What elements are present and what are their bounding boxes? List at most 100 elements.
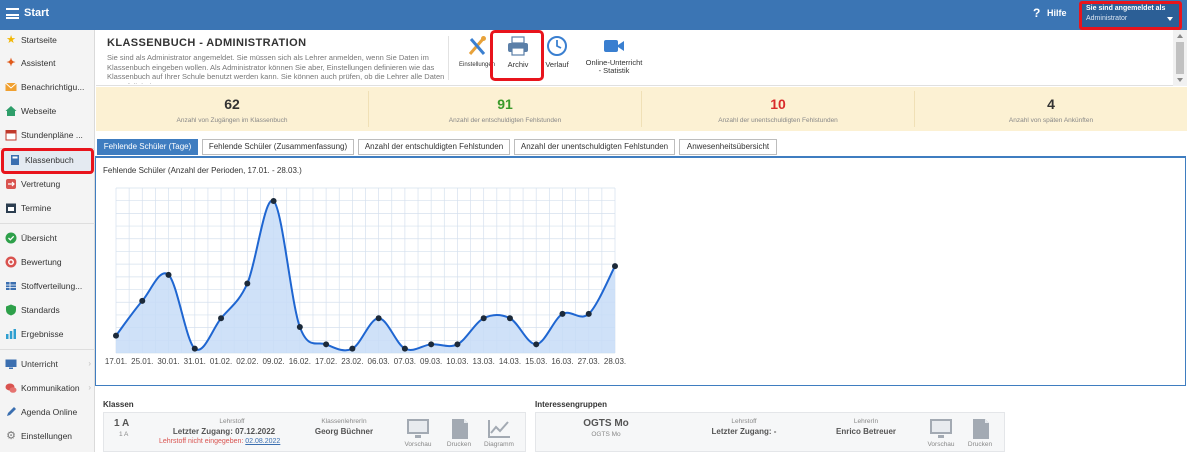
sidebar-item-label: Einstellungen: [21, 431, 73, 441]
sidebar-item-benachrichtigungen[interactable]: Benachrichtigu...: [0, 77, 95, 99]
x-tick-label-13: 10.03.: [446, 357, 468, 366]
data-point-16[interactable]: [533, 341, 540, 348]
sidebar-item-stoffverteilung[interactable]: Stoffverteilung...: [0, 276, 95, 298]
target-icon: [5, 256, 17, 268]
scroll-down-icon[interactable]: [1177, 78, 1183, 82]
shield-icon: [5, 304, 17, 316]
line-chart-icon: [488, 420, 510, 438]
history-tool-button[interactable]: Verlauf: [542, 32, 572, 82]
wand-icon: ✦: [6, 57, 16, 69]
data-point-15[interactable]: [506, 315, 513, 322]
sidebar-item-einstellungen[interactable]: ⚙ Einstellungen: [0, 426, 95, 448]
data-point-9[interactable]: [349, 345, 356, 352]
sidebar-item-kommunikation[interactable]: Kommunikation ›: [0, 378, 95, 400]
stat-label: Anzahl von späten Ankünften: [1008, 117, 1094, 124]
x-tick-label-9: 23.02.: [341, 357, 363, 366]
sidebar-item-label: Stoffverteilung...: [21, 281, 83, 291]
sidebar-item-unterricht[interactable]: Unterricht ›: [0, 354, 95, 376]
missing-lehrstoff: Lehrstoff nicht eingegeben: 02.08.2022: [159, 438, 281, 445]
sidebar-item-stundenplaene[interactable]: Stundenpläne ...: [0, 125, 95, 147]
tab-excused-hours[interactable]: Anzahl der entschuldigten Fehlstunden: [358, 139, 510, 155]
sidebar-item-label: Benachrichtigu...: [21, 82, 85, 92]
group-name: OGTS Mo: [583, 418, 629, 429]
document-icon: [973, 419, 989, 439]
check-circle-icon: [5, 232, 17, 244]
data-point-17[interactable]: [559, 310, 566, 317]
sidebar-item-bewertung[interactable]: Bewertung: [0, 252, 95, 274]
start-link[interactable]: Start: [24, 7, 49, 19]
sidebar-item-label: Standards: [21, 305, 60, 315]
archive-tool-button[interactable]: Archiv: [496, 32, 540, 82]
online-statistics-tool-button[interactable]: Online-Unterricht - Statistik: [576, 32, 652, 82]
data-point-2[interactable]: [165, 271, 172, 278]
diagram-button[interactable]: Diagramm: [484, 418, 514, 448]
sidebar-item-agenda-online[interactable]: Agenda Online: [0, 402, 95, 424]
data-point-4[interactable]: [218, 315, 225, 322]
data-point-14[interactable]: [480, 315, 487, 322]
data-point-8[interactable]: [323, 341, 330, 348]
document-icon: [452, 419, 468, 439]
x-tick-label-1: 25.01.: [131, 357, 153, 366]
class-card[interactable]: 1 A 1 A Lehrstoff Letzter Zugang: 07.12.…: [103, 412, 526, 452]
calendar-icon: [5, 129, 17, 141]
group-preview-label: Vorschau: [927, 441, 955, 448]
sidebar-item-assistent[interactable]: ✦ Assistent: [0, 53, 95, 75]
data-point-13[interactable]: [454, 341, 461, 348]
chevron-right-icon: ›: [88, 383, 91, 392]
data-point-19[interactable]: [612, 263, 618, 270]
sidebar-item-webseite[interactable]: Webseite: [0, 101, 95, 123]
tab-unexcused-hours[interactable]: Anzahl der unentschuldigten Fehlstunden: [514, 139, 675, 155]
tab-missing-students-summary[interactable]: Fehlende Schüler (Zusammenfassung): [202, 139, 354, 155]
sidebar-item-label: Übersicht: [21, 233, 57, 243]
data-point-12[interactable]: [428, 341, 435, 348]
header-scrollbar[interactable]: [1173, 30, 1187, 86]
user-menu[interactable]: Sie sind angemeldet als Administrator: [1079, 1, 1182, 30]
hamburger-menu-icon[interactable]: [6, 8, 19, 19]
data-point-10[interactable]: [375, 315, 382, 322]
chart-panel: Fehlende Schüler (Anzahl der Perioden, 1…: [95, 156, 1186, 386]
stat-value: 91: [497, 96, 513, 112]
print-button[interactable]: Drucken: [446, 418, 472, 448]
x-tick-label-15: 14.03.: [499, 357, 521, 366]
x-tick-label-5: 02.02.: [236, 357, 258, 366]
data-point-0[interactable]: [113, 332, 119, 339]
sidebar-item-termine[interactable]: Termine: [0, 198, 95, 220]
sidebar: ★ Startseite ✦ Assistent Benachrichtigu.…: [0, 30, 95, 452]
bar-chart-icon: [5, 328, 17, 340]
x-tick-label-12: 09.03.: [420, 357, 442, 366]
sidebar-item-klassenbuch[interactable]: Klassenbuch: [1, 148, 94, 174]
data-point-6[interactable]: [270, 198, 277, 205]
sidebar-item-label: Assistent: [21, 58, 56, 68]
sidebar-item-uebersicht[interactable]: Übersicht: [0, 228, 95, 250]
tab-attendance-overview[interactable]: Anwesenheitsübersicht: [679, 139, 777, 155]
sidebar-item-startseite[interactable]: ★ Startseite: [0, 30, 95, 52]
envelope-icon: [5, 81, 17, 93]
group-teacher-label: LehrerIn: [853, 418, 879, 425]
group-preview-button[interactable]: Vorschau: [927, 418, 955, 448]
group-print-button[interactable]: Drucken: [967, 418, 993, 448]
sidebar-item-standards[interactable]: Standards: [0, 300, 95, 322]
sidebar-item-ergebnisse[interactable]: Ergebnisse: [0, 324, 95, 346]
scroll-thumb[interactable]: [1176, 42, 1184, 74]
help-icon[interactable]: ?: [1033, 6, 1040, 20]
sidebar-item-vertretung[interactable]: Vertretung: [0, 174, 95, 196]
data-point-5[interactable]: [244, 280, 251, 287]
online-tool-label-line2: - Statistik: [598, 66, 630, 75]
monitor-icon: [407, 419, 429, 438]
help-link[interactable]: Hilfe: [1047, 8, 1067, 18]
star-icon: ★: [6, 34, 16, 46]
group-card[interactable]: OGTS Mo OGTS Mo Lehrstoff Letzter Zugang…: [535, 412, 1005, 452]
data-point-11[interactable]: [401, 345, 408, 352]
sidebar-item-label: Startseite: [21, 35, 57, 45]
data-point-7[interactable]: [296, 323, 303, 330]
scroll-up-icon[interactable]: [1177, 34, 1183, 38]
data-point-18[interactable]: [585, 310, 592, 317]
data-point-3[interactable]: [191, 345, 198, 352]
sidebar-item-label: Bewertung: [21, 257, 62, 267]
group-sub: OGTS Mo: [591, 431, 621, 438]
missing-date-link[interactable]: 02.08.2022: [245, 438, 280, 445]
data-point-1[interactable]: [139, 297, 146, 304]
preview-button[interactable]: Vorschau: [404, 418, 432, 448]
stat-access-count: 62 Anzahl von Zugängen im Klassenbuch: [96, 87, 368, 131]
tab-missing-students-days[interactable]: Fehlende Schüler (Tage): [97, 139, 198, 155]
